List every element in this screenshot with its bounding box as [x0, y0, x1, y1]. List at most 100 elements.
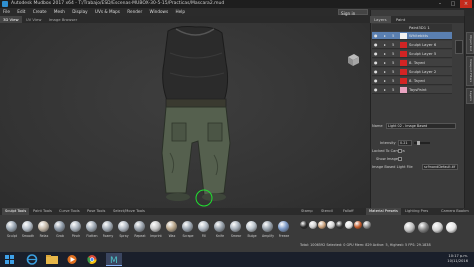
- vtab-layers[interactable]: Layers: [466, 88, 474, 104]
- visibility-eye-icon[interactable]: ●: [374, 51, 379, 56]
- ie-icon[interactable]: [24, 253, 40, 266]
- tool-spray[interactable]: Spray: [116, 218, 132, 246]
- visibility-eye-icon[interactable]: ●: [374, 69, 379, 74]
- visibility-eye-icon[interactable]: ●: [374, 33, 379, 38]
- stamp-preview[interactable]: [363, 221, 371, 229]
- viewcube-icon[interactable]: [346, 53, 360, 67]
- stamp-preview[interactable]: [318, 221, 326, 229]
- layer-row[interactable]: ● ▸ 5 Sculpt Layer 5: [372, 50, 452, 58]
- explorer-folder-icon[interactable]: [44, 253, 60, 266]
- layer-row[interactable]: ● ▸ 5 Whitebkts: [372, 32, 452, 40]
- layers-scrollbar[interactable]: [455, 40, 463, 54]
- lock-icon[interactable]: ▸: [384, 78, 386, 83]
- tool-grab[interactable]: Grab: [52, 218, 68, 246]
- tool-foamy[interactable]: Foamy: [100, 218, 116, 246]
- menu-windows[interactable]: Windows: [146, 8, 171, 16]
- locked-checkbox[interactable]: [398, 149, 402, 153]
- tab-pose-tools[interactable]: Pose Tools: [84, 208, 108, 215]
- tab-3d-view[interactable]: 3D View: [0, 16, 22, 23]
- tab-uv-view[interactable]: UV View: [23, 16, 45, 23]
- stamp-preview[interactable]: [345, 221, 353, 229]
- tool-knife[interactable]: Knife: [212, 218, 228, 246]
- vtab-object-list[interactable]: Object List: [466, 32, 474, 54]
- lock-icon[interactable]: ▸: [384, 51, 386, 56]
- name-field[interactable]: Light 02 - Image Based: [386, 123, 456, 129]
- menu-render[interactable]: Render: [124, 8, 145, 16]
- show-image-checkbox[interactable]: [398, 157, 402, 161]
- material-preset[interactable]: [432, 222, 443, 233]
- tool-fill[interactable]: Fill: [196, 218, 212, 246]
- vtab-viewport-filters[interactable]: Viewport Filters: [466, 56, 474, 86]
- minimize-button[interactable]: –: [434, 0, 446, 8]
- layer-row[interactable]: ● ▸ 5 8. Tayed: [372, 59, 452, 67]
- visibility-eye-icon[interactable]: ●: [374, 78, 379, 83]
- image-file-field[interactable]: sc9nondDefault.tif: [422, 164, 458, 170]
- windows-start-icon[interactable]: [2, 253, 18, 266]
- intensity-field[interactable]: 0.21: [398, 140, 412, 146]
- stamp-preview[interactable]: [354, 221, 362, 229]
- tool-bulge[interactable]: Bulge: [244, 218, 260, 246]
- tool-smear[interactable]: Smear: [228, 218, 244, 246]
- tab-stamp[interactable]: Stamp: [298, 208, 316, 215]
- 3d-viewport[interactable]: [0, 23, 370, 208]
- menu-uvs-maps[interactable]: UVs & Maps: [92, 8, 123, 16]
- tab-lighting-presets[interactable]: Lighting Pres: [402, 208, 431, 215]
- tab-select-move-tools[interactable]: Select/Move Tools: [110, 208, 148, 215]
- tab-camera-bookmarks[interactable]: Camera Bookm: [438, 208, 472, 215]
- menu-file[interactable]: File: [0, 8, 13, 16]
- clock[interactable]: 10:17 p.m. 10/11/2016: [447, 254, 468, 264]
- layer-row[interactable]: ● ▸ 5 Sculpt Layer 6: [372, 41, 452, 49]
- tab-layers[interactable]: Layers: [370, 16, 391, 23]
- visibility-eye-icon[interactable]: ●: [374, 42, 379, 47]
- tool-freeze[interactable]: Freeze: [276, 218, 292, 246]
- tab-curve-tools[interactable]: Curve Tools: [56, 208, 83, 215]
- tab-sculpt-tools[interactable]: Sculpt Tools: [2, 208, 30, 215]
- lock-icon[interactable]: ▸: [384, 60, 386, 65]
- tab-falloff[interactable]: Falloff: [340, 208, 357, 215]
- close-button[interactable]: ×: [460, 0, 472, 8]
- tab-image-browser[interactable]: Image Browser: [46, 16, 80, 23]
- tab-paint[interactable]: Paint: [392, 16, 409, 23]
- layer-row[interactable]: ● ▸ 5 TaysPaint: [372, 86, 452, 94]
- media-player-icon[interactable]: [64, 253, 80, 266]
- maximize-button[interactable]: □: [447, 0, 459, 8]
- tool-imprint[interactable]: Imprint: [148, 218, 164, 246]
- menu-create[interactable]: Create: [30, 8, 50, 16]
- tool-scrape[interactable]: Scrape: [180, 218, 196, 246]
- tab-material-presets[interactable]: Material Presets: [366, 208, 401, 215]
- menu-help[interactable]: Help: [172, 8, 188, 16]
- menu-edit[interactable]: Edit: [14, 8, 28, 16]
- layer-row[interactable]: ● ▸ 5 8. Tayed: [372, 77, 452, 85]
- menu-display[interactable]: Display: [69, 8, 90, 16]
- tool-flatten[interactable]: Flatten: [84, 218, 100, 246]
- lock-icon[interactable]: ▸: [384, 33, 386, 38]
- visibility-eye-icon[interactable]: ●: [374, 60, 379, 65]
- tab-stencil[interactable]: Stencil: [318, 208, 336, 215]
- stamp-preview[interactable]: [327, 221, 335, 229]
- visibility-eye-icon[interactable]: ●: [374, 87, 379, 92]
- intensity-slider[interactable]: [414, 141, 430, 145]
- tab-paint-tools[interactable]: Paint Tools: [30, 208, 55, 215]
- tool-pinch[interactable]: Pinch: [68, 218, 84, 246]
- lock-icon[interactable]: ▸: [384, 87, 386, 92]
- tool-repeat[interactable]: Repeat: [132, 218, 148, 246]
- material-preset[interactable]: [404, 222, 415, 233]
- intensity-slider-handle[interactable]: [417, 141, 420, 145]
- stamp-preview[interactable]: [300, 221, 308, 229]
- chrome-icon[interactable]: [84, 253, 100, 266]
- stamp-preview[interactable]: [336, 221, 344, 229]
- tool-relax[interactable]: Relax: [36, 218, 52, 246]
- stamp-preview[interactable]: [309, 221, 317, 229]
- character-model[interactable]: [0, 23, 370, 208]
- tool-amplify[interactable]: Amplify: [260, 218, 276, 246]
- mudbox-taskbar-icon[interactable]: M: [106, 253, 122, 266]
- signin-button[interactable]: Sign in: [338, 9, 368, 16]
- material-preset[interactable]: [418, 222, 429, 233]
- layer-row[interactable]: ● ▸ 5 Sculpt Layer 2: [372, 68, 452, 76]
- menu-mesh[interactable]: Mesh: [51, 8, 68, 16]
- lock-icon[interactable]: ▸: [384, 42, 386, 47]
- tool-sculpt[interactable]: Sculpt: [4, 218, 20, 246]
- lock-icon[interactable]: ▸: [384, 69, 386, 74]
- tool-wax[interactable]: Wax: [164, 218, 180, 246]
- tool-smooth[interactable]: Smooth: [20, 218, 36, 246]
